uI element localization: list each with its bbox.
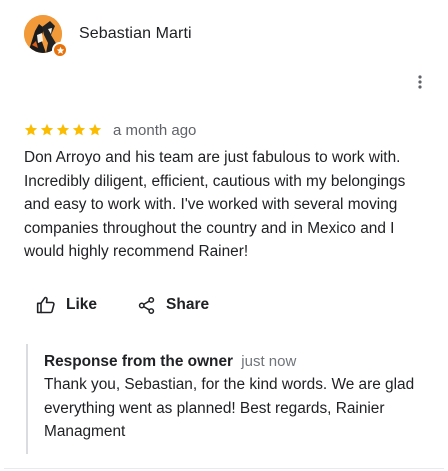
more-options-button[interactable] — [410, 72, 430, 92]
like-button[interactable]: Like — [36, 295, 97, 315]
review-actions: Like Share — [36, 292, 209, 318]
share-button[interactable]: Share — [137, 296, 209, 315]
review-header: Sebastian Marti — [24, 14, 192, 58]
review-card: Sebastian Marti a month ago Don Arroyo a… — [0, 0, 448, 471]
owner-response-title: Response from the owner — [44, 353, 233, 370]
review-date: a month ago — [113, 121, 197, 139]
more-vertical-icon — [418, 75, 422, 89]
owner-response-header: Response from the owner just now — [44, 351, 426, 373]
star-icon — [24, 123, 38, 136]
local-guide-star-icon — [56, 46, 64, 54]
star-icon — [88, 123, 102, 136]
owner-response: Response from the owner just now Thank y… — [26, 344, 426, 454]
reviewer-name[interactable]: Sebastian Marti — [79, 25, 192, 43]
share-icon — [138, 296, 155, 314]
star-icon — [40, 123, 54, 136]
like-label: Like — [66, 296, 98, 313]
owner-response-text: Thank you, Sebastian, for the kind words… — [44, 376, 415, 440]
star-icon — [72, 123, 86, 136]
owner-response-date: just now — [241, 353, 297, 370]
avatar[interactable] — [24, 15, 68, 58]
star-icon — [56, 123, 70, 136]
rating-row: a month ago — [24, 120, 196, 140]
local-guide-badge — [52, 42, 68, 58]
thumbs-up-icon — [36, 296, 55, 314]
review-text: Don Arroyo and his team are just fabulou… — [24, 149, 406, 260]
star-rating — [24, 123, 102, 137]
share-label: Share — [166, 296, 210, 313]
